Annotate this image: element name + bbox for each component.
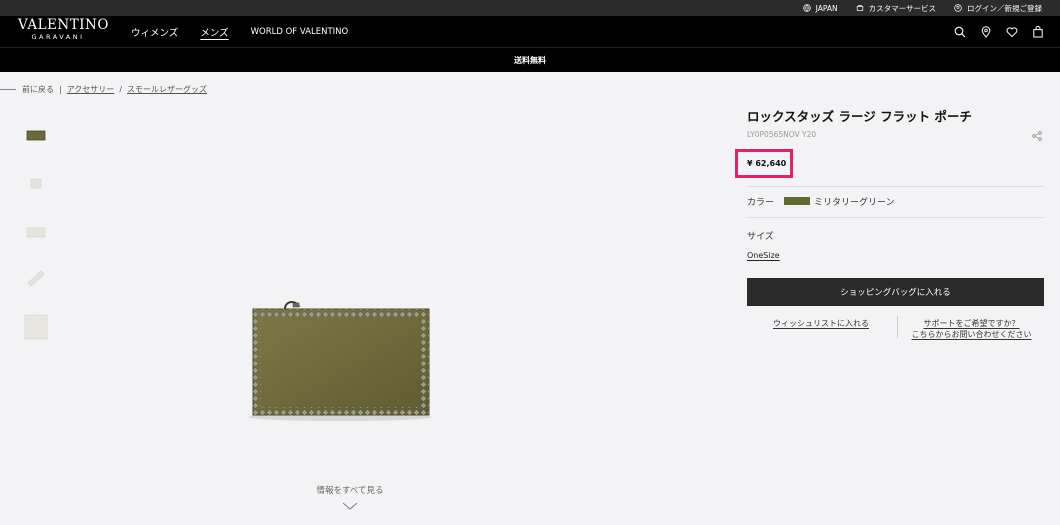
- customer-service-icon: [856, 5, 863, 11]
- size-option-onesize[interactable]: OneSize: [747, 251, 780, 260]
- see-all-info-link[interactable]: 情報をすべて見る: [300, 484, 400, 496]
- breadcrumb-line: [0, 88, 16, 90]
- nav-item-women[interactable]: ウィメンズ: [131, 25, 178, 39]
- nav-item-world-of-valentino[interactable]: WORLD OF VALENTINO: [251, 27, 349, 37]
- search-icon[interactable]: [954, 26, 966, 38]
- login-link[interactable]: ログイン／新規ご登録: [954, 3, 1042, 14]
- customer-service-label: カスタマーサービス: [868, 3, 936, 13]
- thumbnail-detail[interactable]: [22, 310, 50, 344]
- nav-item-men[interactable]: メンズ: [200, 25, 228, 39]
- breadcrumb-accessories[interactable]: アクセサリー: [67, 84, 115, 95]
- vertical-divider: [897, 316, 898, 338]
- promo-text: 送料無料: [514, 55, 546, 65]
- customer-service-link[interactable]: カスタマーサービス: [856, 3, 936, 14]
- support-line-1: サポートをご希望ですか？: [923, 319, 1020, 328]
- color-swatch[interactable]: [784, 197, 811, 205]
- product-price: ¥ 62,640: [747, 159, 787, 168]
- support-contact-link[interactable]: サポートをご希望ですか？ こちらからお問い合わせください: [909, 318, 1034, 340]
- logo-subline: GARAVANI: [31, 33, 85, 41]
- thumbnail-side[interactable]: [22, 261, 50, 295]
- product-main-image: [248, 301, 432, 421]
- breadcrumb: 前に戻る | アクセサリー / スモールレザーグッズ: [0, 83, 207, 95]
- utility-bar: JAPAN カスタマーサービス ログイン／新規ご登録: [0, 0, 1060, 16]
- free-shipping-banner: 送料無料: [0, 47, 1060, 72]
- product-title: ロックスタッズ ラージ フラット ポーチ: [747, 109, 972, 124]
- thumbnail-back[interactable]: [22, 215, 50, 249]
- brand-logo[interactable]: VALENTINO GARAVANI: [18, 17, 109, 44]
- category-menu: ウィメンズ メンズ WORLD OF VALENTINO: [131, 16, 348, 47]
- thumbnail-front[interactable]: [22, 118, 50, 152]
- user-icon: [954, 4, 962, 12]
- breadcrumb-separator: |: [59, 84, 62, 94]
- divider: [747, 186, 1044, 187]
- color-name: ミリタリーグリーン: [814, 197, 895, 208]
- breadcrumb-slash: /: [119, 84, 123, 94]
- share-icon[interactable]: [1032, 131, 1042, 141]
- country-label: JAPAN: [815, 3, 838, 13]
- add-to-bag-button[interactable]: ショッピングバッグに入れる: [747, 278, 1044, 306]
- main-nav: VALENTINO GARAVANI ウィメンズ メンズ WORLD OF VA…: [0, 16, 1060, 47]
- color-label: カラー: [747, 197, 775, 208]
- size-label: サイズ: [747, 232, 774, 242]
- price-highlight: ¥ 62,640: [735, 149, 793, 178]
- globe-icon: [802, 4, 811, 12]
- thumbnail-interior[interactable]: [22, 166, 50, 200]
- back-link[interactable]: 前に戻る: [22, 84, 54, 95]
- divider: [747, 217, 1044, 218]
- country-selector[interactable]: JAPAN: [802, 3, 838, 13]
- heart-icon[interactable]: [1006, 26, 1018, 38]
- nav-actions: [954, 16, 1044, 47]
- login-label: ログイン／新規ご登録: [967, 3, 1042, 13]
- product-sku: LY0P0565NOV Y20: [747, 130, 817, 139]
- support-line-2: こちらからお問い合わせください: [911, 330, 1032, 339]
- location-pin-icon[interactable]: [980, 25, 992, 38]
- breadcrumb-small-leather-goods[interactable]: スモールレザーグッズ: [127, 84, 207, 95]
- logo-wordmark: VALENTINO: [18, 17, 109, 33]
- color-row: カラー ミリタリーグリーン: [747, 195, 895, 208]
- add-to-wishlist-link[interactable]: ウィッシュリストに入れる: [773, 318, 869, 329]
- chevron-down-icon[interactable]: [342, 501, 358, 511]
- shopping-bag-icon[interactable]: [1032, 25, 1044, 38]
